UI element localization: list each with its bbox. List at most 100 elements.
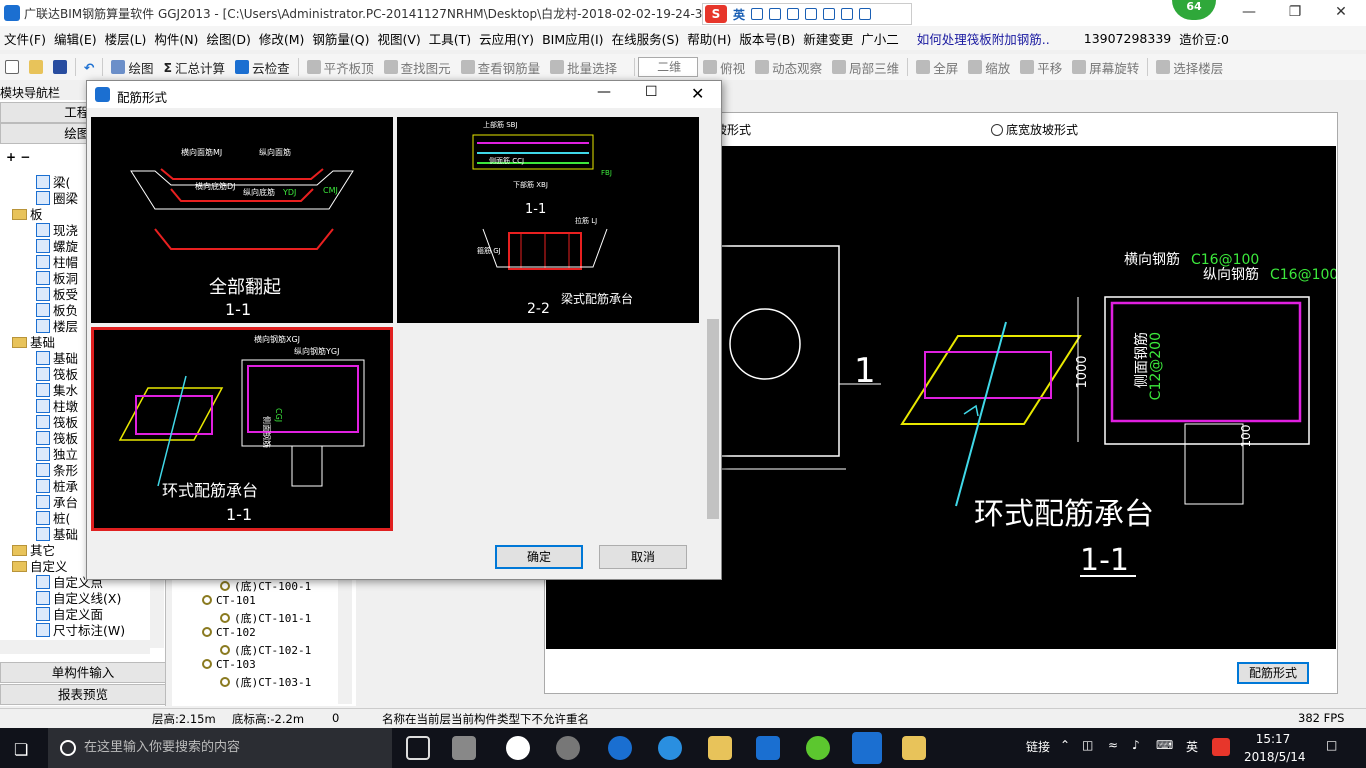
- tray-time[interactable]: 15:17: [1244, 732, 1302, 746]
- emoji-icon[interactable]: [769, 8, 782, 20]
- nav-hscrollbar[interactable]: [0, 640, 150, 654]
- draw-button[interactable]: 绘图: [106, 58, 158, 77]
- dialog-scrollbar[interactable]: [705, 113, 721, 533]
- top-view-button[interactable]: 俯视: [698, 58, 750, 77]
- menu-tools[interactable]: 工具(T): [425, 29, 475, 48]
- menu-help[interactable]: 帮助(H): [683, 29, 735, 48]
- component-list-scrollbar[interactable]: [338, 576, 352, 704]
- ime-toolbar[interactable]: S 英: [702, 3, 912, 25]
- menu-modify[interactable]: 修改(M): [255, 29, 309, 48]
- option-ring-cap[interactable]: 横向钢筋XGJ 纵向钢筋YGJ 侧面钢筋 CGJ 环式配筋承台 1-1: [91, 327, 393, 531]
- rebar-form-button[interactable]: 配筋形式: [1237, 662, 1309, 684]
- close-button[interactable]: ✕: [1318, 0, 1364, 26]
- menu-draw[interactable]: 绘图(D): [202, 29, 254, 48]
- menu-coins[interactable]: 造价豆:0: [1175, 29, 1233, 48]
- menu-help-link[interactable]: 如何处理筏板附加钢筋..: [903, 29, 1054, 48]
- tray-keyboard-icon[interactable]: ⌨: [1156, 738, 1173, 752]
- qihoo-browser-icon[interactable]: [806, 736, 830, 760]
- option-full-upturn[interactable]: 横向面筋MJ 纵向面筋 横向底筋DJ 纵向底筋 CMJ YDJ 全部翻起 1-1: [91, 117, 393, 323]
- fullscreen-button[interactable]: 全屏: [911, 58, 963, 77]
- tray-wifi-icon[interactable]: ≈: [1108, 738, 1118, 752]
- expand-collapse-icons[interactable]: + −: [6, 150, 30, 164]
- tray-link[interactable]: 链接: [1026, 738, 1050, 755]
- component-list-item[interactable]: CT-102: [202, 626, 256, 639]
- flat-top-button[interactable]: 平齐板顶: [302, 58, 379, 77]
- dialog-close-button[interactable]: ✕: [691, 84, 704, 103]
- cloud-check-button[interactable]: 云检查: [230, 58, 295, 77]
- single-input-tab[interactable]: 单构件输入: [0, 662, 166, 683]
- action-center-icon[interactable]: □: [1326, 738, 1337, 752]
- sum-calc-button[interactable]: Σ 汇总计算: [159, 58, 231, 77]
- component-list-item[interactable]: CT-103: [202, 658, 256, 671]
- punctuation-icon[interactable]: [751, 8, 764, 20]
- menu-online[interactable]: 在线服务(S): [608, 29, 684, 48]
- local-3d-button[interactable]: 局部三维: [827, 58, 904, 77]
- keyboard-icon[interactable]: [805, 8, 818, 20]
- ggj-app-icon[interactable]: [852, 732, 882, 764]
- select-floor-button[interactable]: 选择楼层: [1151, 58, 1228, 77]
- view-rebar-button[interactable]: 查看钢筋量: [456, 58, 546, 77]
- tray-chevron-icon[interactable]: ⌃: [1060, 738, 1070, 752]
- find-element-button[interactable]: 查找图元: [379, 58, 456, 77]
- component-list-item[interactable]: (底)CT-101-1: [220, 610, 311, 626]
- component-list-item[interactable]: CT-101: [202, 594, 256, 607]
- save-button[interactable]: [48, 60, 72, 74]
- ok-button[interactable]: 确定: [495, 545, 583, 569]
- component-list-item[interactable]: (底)CT-103-1: [220, 674, 311, 690]
- tray-volume-icon[interactable]: ♪: [1132, 738, 1140, 752]
- menu-edit[interactable]: 编辑(E): [50, 29, 101, 48]
- restore-button[interactable]: ❐: [1272, 0, 1318, 26]
- notification-badge[interactable]: 64: [1172, 0, 1216, 20]
- dynamic-view-button[interactable]: 动态观察: [750, 58, 827, 77]
- menu-version[interactable]: 版本号(B): [735, 29, 799, 48]
- report-preview-tab[interactable]: 报表预览: [0, 684, 166, 705]
- view-mode-select[interactable]: 二维: [638, 57, 699, 77]
- new-file-button[interactable]: [0, 60, 24, 74]
- batch-select-button[interactable]: 批量选择: [545, 58, 622, 77]
- pinwheel-icon[interactable]: [452, 736, 476, 760]
- sogou-icon[interactable]: S: [705, 5, 727, 23]
- dialog-minimize-button[interactable]: —: [597, 84, 611, 100]
- minimize-button[interactable]: —: [1226, 0, 1272, 26]
- menu-rebar-qty[interactable]: 钢筋量(Q): [308, 29, 373, 48]
- menu-bim[interactable]: BIM应用(I): [538, 29, 608, 48]
- menu-guangxiaoer[interactable]: 广小二: [857, 29, 903, 48]
- menu-file[interactable]: 文件(F): [0, 29, 50, 48]
- tree-item[interactable]: 尺寸标注(W): [36, 620, 125, 639]
- file-explorer-icon[interactable]: [708, 736, 732, 760]
- zoom-button[interactable]: 缩放: [963, 58, 1015, 77]
- component-list-item[interactable]: (底)CT-102-1: [220, 642, 311, 658]
- user-icon[interactable]: [823, 8, 836, 20]
- rotate-screen-button[interactable]: 屏幕旋转: [1067, 58, 1144, 77]
- voice-icon[interactable]: [787, 8, 800, 20]
- menu-component[interactable]: 构件(N): [150, 29, 202, 48]
- tray-sogou-icon[interactable]: [1212, 738, 1230, 756]
- taskbar-search[interactable]: 在这里输入你要搜索的内容: [48, 728, 392, 768]
- tools-icon[interactable]: [859, 8, 872, 20]
- ie-browser-icon[interactable]: [506, 736, 530, 760]
- option-beam-cap[interactable]: 上部筋 SBJ 侧面筋 CCJ 下部筋 XBJ FBJ 1-1 拉筋 LJ 箍筋…: [397, 117, 699, 323]
- cancel-button[interactable]: 取消: [599, 545, 687, 569]
- notepad-icon[interactable]: [902, 736, 926, 760]
- radio-circle[interactable]: [991, 124, 1003, 136]
- open-file-button[interactable]: [24, 60, 48, 74]
- glodon-icon[interactable]: [756, 736, 780, 760]
- pan-button[interactable]: 平移: [1015, 58, 1067, 77]
- menu-new-change[interactable]: 新建变更: [799, 29, 857, 48]
- menu-account[interactable]: 13907298339: [1054, 31, 1175, 46]
- skin-icon[interactable]: [841, 8, 854, 20]
- tray-network-icon[interactable]: ◫: [1082, 738, 1093, 752]
- tray-ime[interactable]: 英: [1186, 738, 1198, 755]
- dialog-scroll-thumb[interactable]: [707, 319, 719, 519]
- ime-language[interactable]: 英: [733, 6, 745, 23]
- windows-start-icon[interactable]: ❏: [14, 740, 28, 759]
- menu-floor[interactable]: 楼层(L): [101, 29, 151, 48]
- edge-icon[interactable]: [608, 736, 632, 760]
- menu-cloud[interactable]: 云应用(Y): [475, 29, 538, 48]
- dialog-maximize-button[interactable]: ☐: [645, 84, 658, 100]
- app-swirl-icon[interactable]: [556, 736, 580, 760]
- menu-view[interactable]: 视图(V): [373, 29, 424, 48]
- tray-date[interactable]: 2018/5/14: [1244, 750, 1306, 764]
- radio-bottom-slope[interactable]: 底宽放坡形式: [991, 121, 1078, 138]
- component-list-item[interactable]: (底)CT-100-1: [220, 578, 311, 594]
